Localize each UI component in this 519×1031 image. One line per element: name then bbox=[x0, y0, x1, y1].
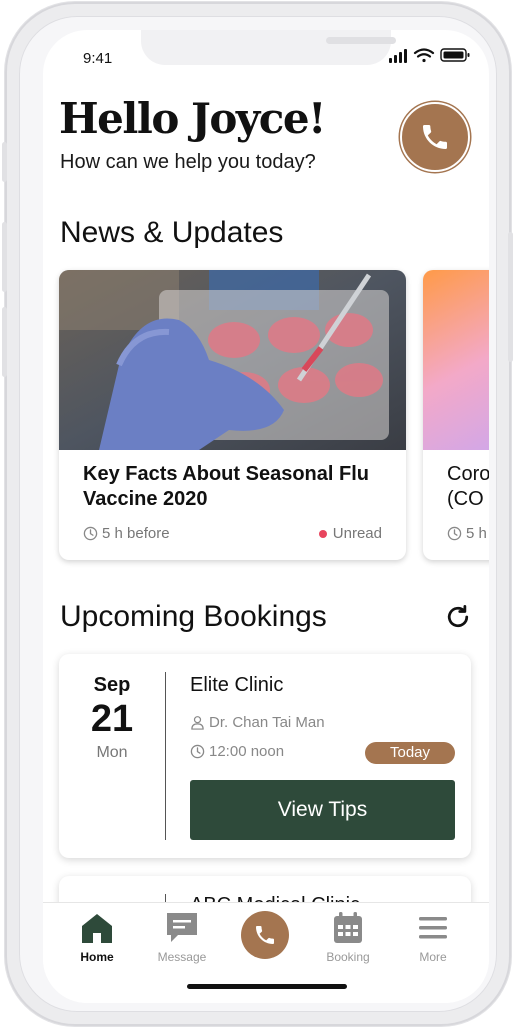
news-card[interactable]: Coro (CO 5 h bbox=[423, 270, 489, 560]
clock-icon bbox=[83, 526, 98, 541]
tab-more-label: More bbox=[419, 950, 447, 964]
news-card-title: Key Facts About Seasonal Flu Vaccine 202… bbox=[83, 463, 369, 510]
phone-icon bbox=[423, 125, 447, 149]
phone-icon bbox=[256, 926, 274, 944]
calendar-icon bbox=[334, 912, 362, 943]
news-image bbox=[59, 270, 406, 450]
home-indicator bbox=[187, 984, 347, 989]
status-icons bbox=[389, 48, 470, 63]
unread-label: Unread bbox=[332, 525, 382, 542]
side-button bbox=[508, 232, 513, 362]
message-icon bbox=[167, 913, 197, 942]
greeting-title: Hello Joyce! bbox=[59, 94, 326, 143]
doctor-name: Dr. Chan Tai Man bbox=[209, 714, 325, 731]
time-row: 12:00 noon bbox=[190, 743, 284, 760]
news-section-title: News & Updates bbox=[60, 216, 284, 249]
call-button[interactable] bbox=[400, 102, 470, 172]
refresh-icon[interactable] bbox=[443, 602, 473, 632]
clock-icon bbox=[190, 744, 205, 759]
tab-more[interactable]: More bbox=[393, 909, 473, 964]
unread-dot-icon bbox=[318, 529, 327, 538]
view-tips-button[interactable]: View Tips bbox=[190, 780, 455, 840]
booking-card[interactable]: Sep 21 Mon Elite Clinic Dr. Chan Tai Man… bbox=[59, 654, 471, 858]
clinic-name: Elite Clinic bbox=[190, 674, 284, 696]
news-card-time: 5 h before bbox=[83, 525, 170, 542]
news-card-time-text: 5 h before bbox=[102, 525, 170, 542]
phone-frame: 9:41 Hello Joyce! How can we help you to… bbox=[2, 2, 513, 1026]
tab-call-button[interactable] bbox=[241, 911, 289, 959]
booking-time: 12:00 noon bbox=[209, 743, 285, 760]
booking-weekday: Mon bbox=[96, 744, 128, 761]
tab-message-label: Message bbox=[157, 950, 207, 964]
news-card-time: 5 h bbox=[447, 525, 487, 542]
menu-icon bbox=[419, 917, 447, 939]
speaker bbox=[326, 37, 396, 44]
tab-booking[interactable]: Booking bbox=[308, 909, 388, 964]
tab-message[interactable]: Message bbox=[142, 909, 222, 964]
tab-home-label: Home bbox=[80, 950, 114, 964]
news-card-title: Coro (CO bbox=[447, 463, 489, 510]
battery-icon bbox=[440, 48, 470, 62]
wifi-icon bbox=[413, 48, 435, 63]
booking-day: 21 bbox=[90, 698, 134, 740]
doctor-row: Dr. Chan Tai Man bbox=[190, 714, 325, 731]
side-button bbox=[2, 222, 7, 292]
side-button bbox=[2, 142, 7, 182]
booking-month: Sep bbox=[93, 674, 131, 696]
notch bbox=[141, 30, 396, 65]
today-badge: Today bbox=[365, 742, 455, 764]
tab-booking-label: Booking bbox=[326, 950, 370, 964]
side-button bbox=[2, 307, 7, 377]
news-card[interactable]: Key Facts About Seasonal Flu Vaccine 202… bbox=[59, 270, 406, 560]
unread-status: Unread bbox=[318, 525, 382, 542]
status-time: 9:41 bbox=[83, 50, 113, 67]
tab-home[interactable]: Home bbox=[57, 909, 137, 964]
signal-icon bbox=[389, 49, 407, 63]
divider bbox=[165, 672, 166, 840]
bookings-section-title: Upcoming Bookings bbox=[60, 600, 327, 633]
home-icon bbox=[82, 914, 112, 943]
news-image bbox=[423, 270, 489, 450]
app-screen: 9:41 Hello Joyce! How can we help you to… bbox=[43, 30, 489, 1003]
greeting-subtitle: How can we help you today? bbox=[60, 151, 316, 173]
news-card-time-text: 5 h bbox=[466, 525, 487, 542]
clock-icon bbox=[447, 526, 462, 541]
person-icon bbox=[191, 716, 204, 730]
